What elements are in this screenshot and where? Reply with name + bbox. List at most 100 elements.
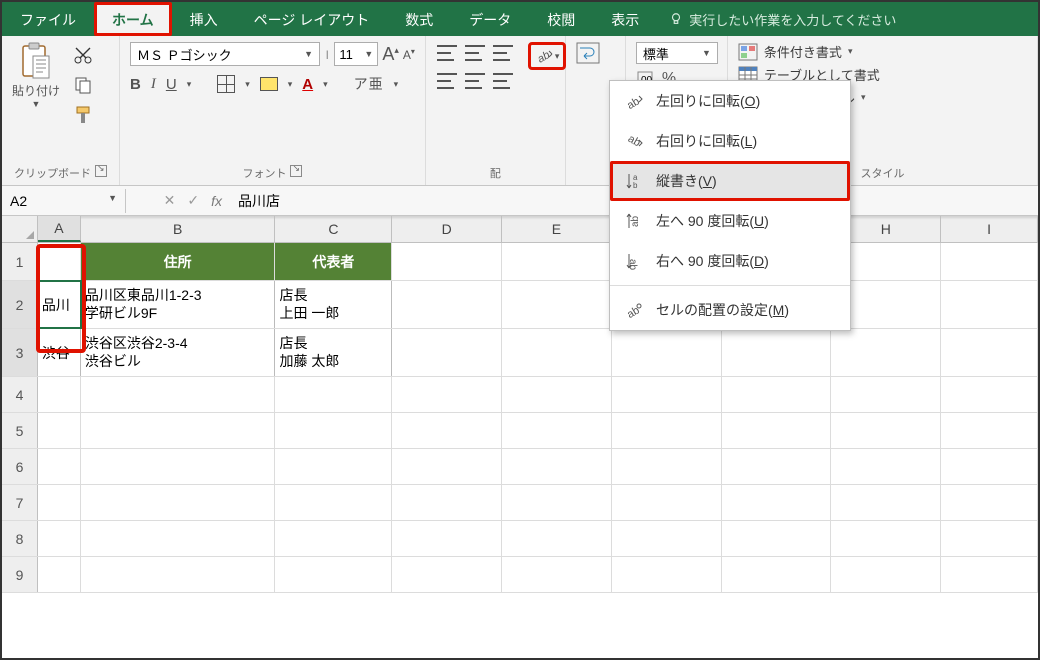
cell-a9[interactable] [38,557,81,592]
cell-i5[interactable] [941,413,1038,448]
cell-b7[interactable] [81,485,276,520]
conditional-formatting-button[interactable]: 条件付き書式▾ [738,42,1027,61]
cell-d5[interactable] [392,413,502,448]
cell-c3[interactable]: 店長加藤 太郎 [275,329,392,376]
col-header-a[interactable]: A [38,216,81,242]
row-header-7[interactable]: 7 [2,485,38,520]
cell-e9[interactable] [502,557,612,592]
italic-button[interactable]: I [151,76,156,93]
col-header-e[interactable]: E [502,216,612,242]
font-dialog-launcher[interactable] [290,165,302,177]
col-header-d[interactable]: D [392,216,502,242]
cell-i9[interactable] [941,557,1038,592]
cell-i2[interactable] [941,281,1038,328]
cell-e1[interactable] [502,243,612,280]
underline-button[interactable]: U [166,76,177,93]
name-box[interactable]: A2▼ [2,189,126,213]
cell-c5[interactable] [275,413,392,448]
bold-button[interactable]: B [130,76,141,93]
orientation-format-cells[interactable]: ab セルの配置の設定(M) [610,290,850,330]
cell-h8[interactable] [831,521,941,556]
cell-a4[interactable] [38,377,81,412]
cell-i7[interactable] [941,485,1038,520]
cell-a3[interactable]: 渋谷 [38,329,81,376]
cell-g4[interactable] [722,377,832,412]
borders-button[interactable] [217,75,235,93]
cell-d8[interactable] [392,521,502,556]
fx-icon[interactable]: fx [211,193,222,209]
cell-d4[interactable] [392,377,502,412]
row-header-2[interactable]: 2 [2,281,38,328]
cell-g3[interactable] [722,329,832,376]
tab-insert[interactable]: 挿入 [172,2,236,36]
cell-d7[interactable] [392,485,502,520]
row-header-3[interactable]: 3 [2,329,38,376]
paste-button[interactable]: 貼り付け ▼ [12,42,60,109]
tab-view[interactable]: 表示 [593,2,657,36]
cell-f8[interactable] [612,521,722,556]
cell-i1[interactable] [941,243,1038,280]
cell-e7[interactable] [502,485,612,520]
row-header-6[interactable]: 6 [2,449,38,484]
row-header-9[interactable]: 9 [2,557,38,592]
cell-h5[interactable] [831,413,941,448]
cell-a2[interactable]: 品川 [38,281,81,328]
row-header-1[interactable]: 1 [2,243,38,280]
cell-d2[interactable] [392,281,502,328]
cell-a6[interactable] [38,449,81,484]
col-header-i[interactable]: I [941,216,1038,242]
cell-f5[interactable] [612,413,722,448]
cell-i3[interactable] [941,329,1038,376]
cell-a1[interactable] [38,243,81,280]
cell-g6[interactable] [722,449,832,484]
font-size-combo[interactable]: 11▼ [334,42,378,66]
tell-me[interactable]: 実行したい作業を入力してください [657,2,908,36]
cell-i6[interactable] [941,449,1038,484]
cell-c2[interactable]: 店長上田 一郎 [275,281,392,328]
alignment-buttons[interactable] [436,42,514,92]
orientation-rotate-up[interactable]: ab 左へ 90 度回転(U) [610,201,850,241]
row-header-4[interactable]: 4 [2,377,38,412]
row-header-8[interactable]: 8 [2,521,38,556]
orientation-rotate-down[interactable]: ab 右へ 90 度回転(D) [610,241,850,281]
cell-h7[interactable] [831,485,941,520]
cell-f3[interactable] [612,329,722,376]
phonetic-button[interactable]: ア亜 [354,74,384,94]
cell-d3[interactable] [392,329,502,376]
tab-home[interactable]: ホーム [94,2,172,36]
format-painter-button[interactable] [70,102,96,128]
cell-b5[interactable] [81,413,276,448]
cell-h4[interactable] [831,377,941,412]
cell-h6[interactable] [831,449,941,484]
number-format-combo[interactable]: 標準▼ [636,42,718,64]
cell-e8[interactable] [502,521,612,556]
cell-h9[interactable] [831,557,941,592]
cell-d9[interactable] [392,557,502,592]
cell-a8[interactable] [38,521,81,556]
cell-b3[interactable]: 渋谷区渋谷2-3-4渋谷ビル [81,329,276,376]
cell-d1[interactable] [392,243,502,280]
cell-g5[interactable] [722,413,832,448]
cell-a5[interactable] [38,413,81,448]
row-header-5[interactable]: 5 [2,413,38,448]
col-header-c[interactable]: C [275,216,392,242]
tab-file[interactable]: ファイル [2,2,94,36]
cell-b4[interactable] [81,377,276,412]
cell-i4[interactable] [941,377,1038,412]
fill-color-button[interactable] [260,77,278,91]
cell-c6[interactable] [275,449,392,484]
cell-b6[interactable] [81,449,276,484]
cell-c9[interactable] [275,557,392,592]
cell-g7[interactable] [722,485,832,520]
cell-i8[interactable] [941,521,1038,556]
cell-e6[interactable] [502,449,612,484]
cell-e5[interactable] [502,413,612,448]
cancel-formula-icon[interactable]: ✕ [164,192,176,209]
copy-button[interactable] [70,72,96,98]
cell-h3[interactable] [831,329,941,376]
cell-c1[interactable]: 代表者 [275,243,392,280]
font-color-button[interactable]: A [302,76,313,93]
cell-e2[interactable] [502,281,612,328]
clipboard-dialog-launcher[interactable] [95,165,107,177]
cell-d6[interactable] [392,449,502,484]
